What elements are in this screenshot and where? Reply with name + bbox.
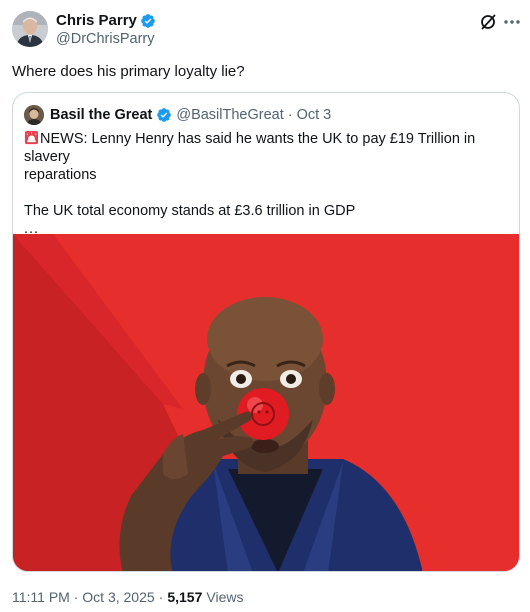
views-count[interactable]: 5,157 <box>167 589 202 605</box>
quoted-line-3: The UK total economy stands at £3.6 tril… <box>24 203 356 219</box>
tweet-footer: 11:11 PM · Oct 3, 2025 · 5,157 Views <box>12 589 243 605</box>
verified-badge-icon <box>156 107 172 123</box>
quoted-tweet-card[interactable]: Basil the Great @BasilTheGreat · Oct 3 N… <box>12 92 520 572</box>
author-name-row[interactable]: Chris Parry <box>56 12 156 29</box>
quoted-author-name[interactable]: Basil the Great <box>50 107 152 123</box>
author-avatar[interactable] <box>12 11 48 47</box>
tweet-text: Where does his primary loyalty lie? <box>12 63 245 80</box>
quoted-text: NEWS: Lenny Henry has said he wants the … <box>24 130 512 238</box>
quoted-author-handle[interactable]: @BasilTheGreat <box>176 107 283 123</box>
man-with-red-nose-photo <box>13 234 519 571</box>
quoted-news-text: NEWS: Lenny Henry has said he wants the … <box>24 131 476 165</box>
quoted-date[interactable]: Oct 3 <box>297 107 332 123</box>
quoted-separator: · <box>287 107 293 123</box>
views-label: Views <box>206 589 244 605</box>
verified-badge-icon <box>140 13 156 29</box>
quoted-author-avatar[interactable] <box>24 105 44 125</box>
siren-icon <box>24 130 39 145</box>
author-display-name[interactable]: Chris Parry <box>56 12 137 29</box>
quoted-photo[interactable] <box>13 234 519 571</box>
author-handle[interactable]: @DrChrisParry <box>56 31 155 47</box>
quoted-paragraph-gap <box>24 184 512 202</box>
footer-separator: · <box>158 589 164 605</box>
more-options-icon[interactable] <box>502 12 522 32</box>
quoted-line-1: NEWS: Lenny Henry has said he wants the … <box>24 130 512 166</box>
tweet-timestamp[interactable]: 11:11 PM · Oct 3, 2025 <box>12 589 155 605</box>
quoted-header: Basil the Great @BasilTheGreat · Oct 3 <box>50 107 331 123</box>
grok-icon[interactable] <box>478 12 498 32</box>
quoted-line-2: reparations <box>24 167 97 183</box>
